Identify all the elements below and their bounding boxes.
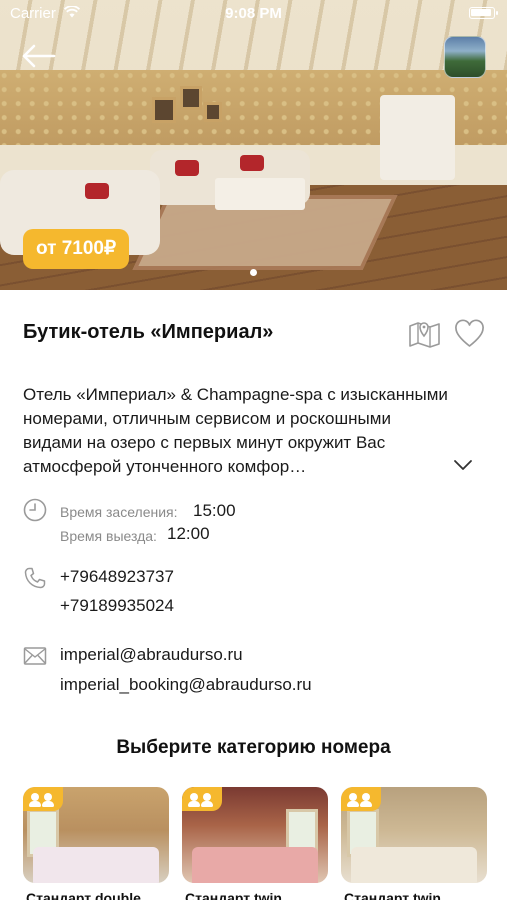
clock-icon <box>23 498 47 522</box>
check-out-time: 12:00 <box>167 524 210 543</box>
map-icon[interactable] <box>408 318 441 350</box>
price-badge: от 7100₽ <box>23 229 130 269</box>
person-icon <box>188 793 200 807</box>
hero-painting <box>152 97 176 123</box>
status-time: 9:08 PM <box>225 5 282 22</box>
room-card[interactable] <box>341 787 487 883</box>
phone-number[interactable]: +79648923737 <box>60 567 174 587</box>
hotel-title: Бутик-отель «Империал» <box>23 321 274 343</box>
hero-painting <box>204 102 222 122</box>
room-name: Стандарт double <box>26 890 141 900</box>
person-icon <box>201 793 213 807</box>
mail-icon <box>23 647 47 665</box>
hero-pillow <box>85 183 109 199</box>
person-icon <box>29 793 41 807</box>
check-out-label: Время выезда: <box>60 528 157 544</box>
room-bed <box>192 847 318 883</box>
room-bed <box>351 847 477 883</box>
status-bar: Carrier 9:08 PM <box>0 0 507 28</box>
room-card[interactable] <box>23 787 169 883</box>
room-card[interactable] <box>182 787 328 883</box>
people-icon <box>23 787 63 811</box>
hotel-description: Отель «Империал» & Champagne-spa с изыск… <box>23 385 448 476</box>
hero-pillow <box>175 160 199 176</box>
hero-coffee-table <box>215 178 305 210</box>
gallery-thumbnail[interactable] <box>444 36 486 78</box>
battery-icon <box>469 7 498 19</box>
email-address[interactable]: imperial_booking@abraudurso.ru <box>60 675 312 695</box>
check-in-label: Время заселения: <box>60 504 178 520</box>
check-in-time: 15:00 <box>193 501 236 520</box>
hero-cabinet <box>380 95 455 180</box>
room-name: Стандарт twin <box>344 890 441 900</box>
email-address[interactable]: imperial@abraudurso.ru <box>60 645 243 665</box>
room-bed <box>33 847 159 883</box>
room-categories-title: Выберите категорию номера <box>116 737 391 758</box>
person-icon <box>347 793 359 807</box>
hero-painting <box>180 86 202 110</box>
heart-icon[interactable] <box>454 319 485 349</box>
person-icon <box>360 793 372 807</box>
person-icon <box>42 793 54 807</box>
back-arrow-icon[interactable] <box>20 42 56 70</box>
phone-icon <box>24 567 46 589</box>
room-name: Стандарт twin <box>185 890 282 900</box>
hero-pillow <box>240 155 264 171</box>
page-indicator-dot <box>250 269 257 276</box>
chevron-down-icon[interactable] <box>453 458 473 472</box>
people-icon <box>341 787 381 811</box>
people-icon <box>182 787 222 811</box>
phone-number[interactable]: +79189935024 <box>60 596 174 616</box>
